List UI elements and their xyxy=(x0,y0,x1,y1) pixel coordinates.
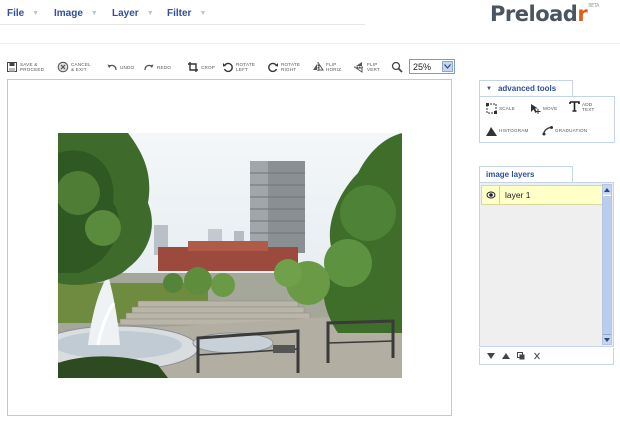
move-button[interactable]: Move xyxy=(530,103,557,114)
chevron-down-icon xyxy=(442,61,453,72)
advanced-tools-panel: Scale Move Add text Histogram Graduation xyxy=(479,96,615,143)
toolbar: Save & proceed Cancel & exit Undo Redo C… xyxy=(6,57,455,77)
move-layer-up-button[interactable] xyxy=(501,351,511,361)
move-label: Move xyxy=(543,106,558,111)
zoom-button[interactable] xyxy=(391,57,403,77)
histogram-label: Histogram xyxy=(499,128,529,133)
move-icon xyxy=(531,104,541,114)
duplicate-icon xyxy=(517,352,525,360)
advanced-tools-tab[interactable]: ▼ advanced tools xyxy=(479,80,573,96)
menu-filter-label: Filter xyxy=(167,8,192,19)
cancel-exit-button[interactable]: Cancel & exit xyxy=(57,57,91,77)
flip-vertical-label: Flip vert. xyxy=(367,62,381,72)
advanced-tools-title: advanced tools xyxy=(497,84,557,93)
redo-icon xyxy=(144,64,154,71)
edited-photo xyxy=(58,133,402,378)
chevron-down-icon: ▼ xyxy=(32,10,40,17)
save-proceed-label: Save & proceed xyxy=(20,62,45,72)
chevron-down-icon: ▼ xyxy=(90,10,98,17)
layer-visibility-toggle[interactable] xyxy=(482,186,500,204)
zoom-icon xyxy=(391,61,403,73)
menu-image[interactable]: Image ▼ xyxy=(54,8,98,19)
image-layers-panel: layer 1 xyxy=(479,182,614,347)
menu-filter[interactable]: Filter ▼ xyxy=(167,8,206,19)
image-layers-tab[interactable]: image layers xyxy=(479,166,573,182)
scroll-thumb[interactable] xyxy=(603,195,611,335)
crop-icon xyxy=(188,62,198,72)
logo-accent: r xyxy=(577,2,588,26)
scroll-down-icon[interactable] xyxy=(603,335,611,344)
menu-bar: File ▼ Image ▼ Layer ▼ Filter ▼ xyxy=(0,0,365,25)
photo-image xyxy=(58,133,402,378)
flip-vertical-icon xyxy=(354,62,364,73)
histogram-button[interactable]: Histogram xyxy=(486,125,529,136)
graduation-icon xyxy=(542,126,553,136)
flip-vertical-button[interactable]: Flip vert. xyxy=(353,57,381,77)
redo-label: Redo xyxy=(157,64,172,70)
layer-row[interactable]: layer 1 xyxy=(481,185,603,205)
flip-horizontal-button[interactable]: Flip horiz. xyxy=(312,57,343,77)
rotate-left-icon xyxy=(223,62,233,73)
logo-text: Preload xyxy=(490,2,578,26)
chevron-down-icon: ▼ xyxy=(199,10,207,17)
add-text-button[interactable]: Add text xyxy=(569,101,595,112)
undo-label: Undo xyxy=(120,64,135,70)
histogram-icon xyxy=(486,127,497,136)
image-layers-title: image layers xyxy=(486,170,535,179)
save-proceed-button[interactable]: Save & proceed xyxy=(6,57,44,77)
flip-horizontal-label: Flip horiz. xyxy=(326,62,343,72)
preloadr-logo: PreloadrBETA xyxy=(490,2,599,26)
rotate-right-label: Rotate right xyxy=(281,62,301,72)
scale-button[interactable]: Scale xyxy=(486,103,515,114)
arrow-down-icon xyxy=(487,353,495,359)
duplicate-layer-button[interactable] xyxy=(516,351,526,361)
crop-button[interactable]: Crop xyxy=(187,57,215,77)
rotate-right-icon xyxy=(268,62,278,73)
menu-image-label: Image xyxy=(54,8,83,19)
scroll-up-icon[interactable] xyxy=(603,185,611,194)
zoom-select[interactable]: 25% xyxy=(409,59,455,74)
image-canvas[interactable] xyxy=(7,79,452,416)
rotate-left-label: Rotate left xyxy=(236,62,256,72)
save-icon xyxy=(7,62,17,72)
undo-button[interactable]: Undo xyxy=(106,57,134,77)
undo-icon xyxy=(107,64,117,71)
cancel-exit-label: Cancel & exit xyxy=(71,62,91,72)
menu-layer-label: Layer xyxy=(112,8,139,19)
graduation-button[interactable]: Graduation xyxy=(542,125,587,136)
rotate-right-button[interactable]: Rotate right xyxy=(267,57,300,77)
cancel-icon xyxy=(57,61,69,73)
layer-name: layer 1 xyxy=(505,190,531,200)
add-text-label: Add text xyxy=(582,101,595,112)
chevron-down-icon: ▼ xyxy=(486,85,492,92)
add-text-icon xyxy=(569,101,580,112)
eye-icon xyxy=(486,191,495,199)
chevron-down-icon: ▼ xyxy=(146,10,154,17)
layers-scrollbar[interactable] xyxy=(602,184,612,345)
zoom-value: 25% xyxy=(413,61,432,72)
menu-file[interactable]: File ▼ xyxy=(7,8,39,19)
flip-horizontal-icon xyxy=(313,62,324,72)
menu-layer[interactable]: Layer ▼ xyxy=(112,8,154,19)
logo-tag: BETA xyxy=(588,3,599,9)
crop-label: Crop xyxy=(201,64,216,70)
arrow-up-icon xyxy=(502,353,510,359)
scale-icon xyxy=(486,103,497,114)
close-icon xyxy=(534,352,540,360)
move-layer-down-button[interactable] xyxy=(486,351,496,361)
header-divider xyxy=(0,43,620,44)
menu-file-label: File xyxy=(7,8,25,19)
graduation-label: Graduation xyxy=(555,128,588,133)
delete-layer-button[interactable] xyxy=(532,351,542,361)
redo-button[interactable]: Redo xyxy=(143,57,171,77)
layers-toolbar xyxy=(479,348,614,365)
rotate-left-button[interactable]: Rotate left xyxy=(222,57,255,77)
scale-label: Scale xyxy=(499,106,516,111)
